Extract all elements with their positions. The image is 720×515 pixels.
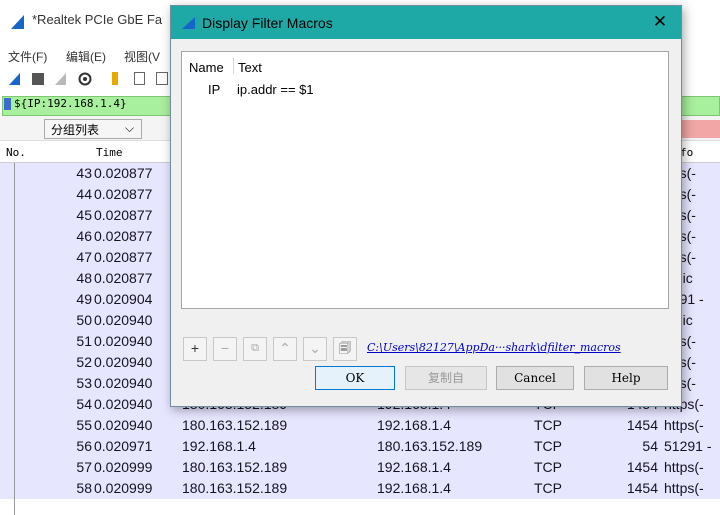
cell-time: 0.020999 bbox=[94, 459, 153, 475]
clear-macros-button[interactable]: 🗐 bbox=[333, 337, 357, 361]
cancel-button[interactable]: Cancel bbox=[496, 366, 574, 390]
column-header-text[interactable]: Text bbox=[238, 60, 262, 75]
wireshark-fin-icon bbox=[182, 17, 195, 29]
group-list-label: 分组列表 bbox=[51, 123, 100, 137]
column-header-time[interactable]: Time bbox=[96, 146, 123, 159]
cell-info: https(- bbox=[664, 417, 704, 433]
cell-time: 0.020940 bbox=[94, 354, 153, 370]
cell-time: 0.020877 bbox=[94, 270, 153, 286]
cell-info: https(- bbox=[664, 480, 704, 496]
cell-time: 0.020999 bbox=[94, 480, 153, 496]
cell-info: https(- bbox=[664, 459, 704, 475]
main-window-title: *Realtek PCIe GbE Fa bbox=[32, 12, 163, 27]
move-up-button[interactable]: ⌃ bbox=[273, 337, 297, 361]
save-file-icon[interactable] bbox=[134, 72, 145, 85]
capture-options-icon[interactable] bbox=[78, 72, 92, 86]
copy-from-button[interactable]: 复制自 bbox=[405, 366, 487, 390]
cell-proto: TCP bbox=[534, 459, 562, 475]
menu-view[interactable]: 视图(V bbox=[124, 48, 160, 65]
column-header-no[interactable]: No. bbox=[6, 146, 26, 159]
cell-time: 0.020940 bbox=[94, 312, 153, 328]
cell-time: 0.020940 bbox=[94, 333, 153, 349]
dialog-titlebar: Display Filter Macros ✕ bbox=[171, 6, 681, 39]
group-list-select[interactable]: 分组列表 ⌵ bbox=[44, 119, 142, 139]
cell-dst: 192.168.1.4 bbox=[377, 480, 451, 496]
cell-proto: TCP bbox=[534, 417, 562, 433]
cell-src: 192.168.1.4 bbox=[182, 438, 256, 454]
restart-capture-icon[interactable] bbox=[54, 72, 68, 86]
cell-time: 0.020877 bbox=[94, 207, 153, 223]
bookmark-icon[interactable] bbox=[4, 98, 11, 110]
cell-len: 1454 bbox=[626, 480, 658, 496]
cell-src: 180.163.152.189 bbox=[182, 480, 288, 496]
table-row[interactable]: 55 0.020940 180.163.152.189 192.168.1.4 TCP 1… bbox=[0, 415, 720, 436]
dialog-title: Display Filter Macros bbox=[202, 15, 333, 31]
cell-len: 1454 bbox=[626, 417, 658, 433]
cell-dst: 192.168.1.4 bbox=[377, 417, 451, 433]
macro-table: Name Text IP ip.addr == $1 bbox=[181, 51, 669, 309]
cell-time: 0.020877 bbox=[94, 165, 153, 181]
table-row[interactable]: 57 0.020999 180.163.152.189 192.168.1.4 TCP 1… bbox=[0, 457, 720, 478]
macro-name-cell[interactable]: IP bbox=[208, 82, 220, 97]
cell-info: 51291 - bbox=[664, 438, 712, 454]
close-icon[interactable]: ✕ bbox=[649, 11, 671, 33]
start-capture-icon[interactable] bbox=[8, 72, 22, 86]
cell-dst: 192.168.1.4 bbox=[377, 459, 451, 475]
cell-len: 54 bbox=[642, 438, 658, 454]
open-file-icon[interactable] bbox=[112, 72, 118, 85]
cell-proto: TCP bbox=[534, 480, 562, 496]
search-field-invalid[interactable] bbox=[680, 120, 720, 138]
cell-time: 0.020877 bbox=[94, 228, 153, 244]
macros-file-path-link[interactable]: C:\Users\82127\AppDa···shark\dfilter_mac… bbox=[367, 341, 621, 354]
display-filter-macros-dialog: Display Filter Macros ✕ Name Text IP ip.… bbox=[170, 5, 682, 407]
tree-line bbox=[14, 163, 15, 515]
cell-dst: 180.163.152.189 bbox=[377, 438, 483, 454]
help-button[interactable]: Help bbox=[584, 366, 668, 390]
cell-src: 180.163.152.189 bbox=[182, 417, 288, 433]
cell-time: 0.020940 bbox=[94, 396, 153, 412]
stop-capture-icon[interactable] bbox=[32, 73, 44, 85]
menu-file[interactable]: 文件(F) bbox=[8, 48, 47, 65]
table-row[interactable]: 58 0.020999 180.163.152.189 192.168.1.4 TCP 1… bbox=[0, 478, 720, 499]
cell-time: 0.020877 bbox=[94, 249, 153, 265]
close-file-icon[interactable] bbox=[156, 72, 168, 85]
wireshark-fin-icon bbox=[11, 15, 24, 29]
ok-button[interactable]: OK bbox=[315, 366, 395, 390]
move-down-button[interactable]: ⌄ bbox=[303, 337, 327, 361]
column-divider bbox=[233, 58, 234, 74]
cell-time: 0.020940 bbox=[94, 375, 153, 391]
column-header-name[interactable]: Name bbox=[189, 60, 224, 75]
chevron-down-icon: ⌵ bbox=[125, 121, 135, 135]
add-macro-button[interactable]: + bbox=[183, 337, 207, 361]
menu-edit[interactable]: 编辑(E) bbox=[66, 48, 106, 65]
cell-time: 0.020940 bbox=[94, 417, 153, 433]
display-filter-input[interactable]: ${IP:192.168.1.4} bbox=[14, 97, 127, 110]
cell-proto: TCP bbox=[534, 438, 562, 454]
remove-macro-button[interactable]: − bbox=[213, 337, 237, 361]
macro-text-cell[interactable]: ip.addr == $1 bbox=[237, 82, 314, 97]
table-row[interactable]: 56 0.020971 192.168.1.4 180.163.152.189 TCP 5… bbox=[0, 436, 720, 457]
copy-macro-button[interactable]: ⧉ bbox=[243, 337, 267, 361]
cell-time: 0.020904 bbox=[94, 291, 153, 307]
cell-time: 0.020877 bbox=[94, 186, 153, 202]
cell-len: 1454 bbox=[626, 459, 658, 475]
cell-src: 180.163.152.189 bbox=[182, 459, 288, 475]
cell-time: 0.020971 bbox=[94, 438, 153, 454]
